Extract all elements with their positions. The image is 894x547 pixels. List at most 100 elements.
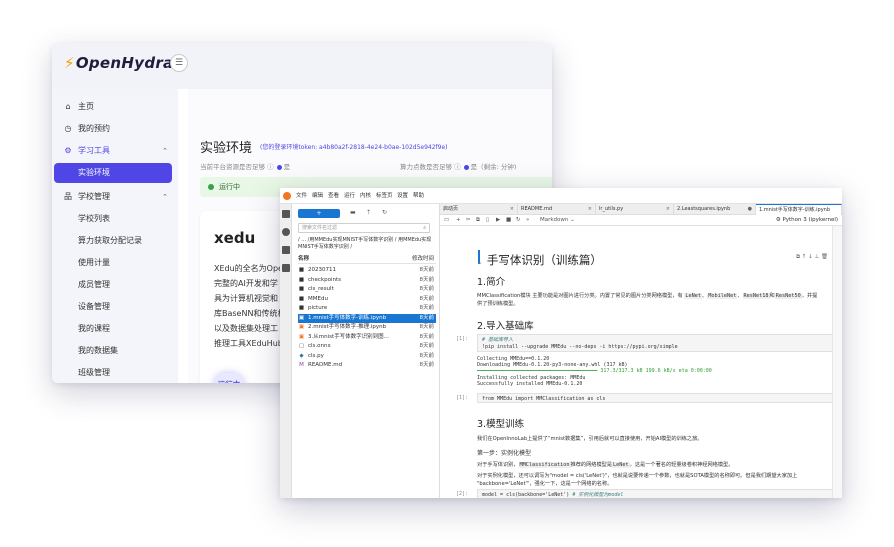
- file-list-header: 名称 修改时间: [298, 255, 436, 264]
- upload-icon[interactable]: ⇡: [366, 209, 371, 216]
- menu-edit[interactable]: 编辑: [312, 188, 323, 204]
- menu-settings[interactable]: 设置: [397, 188, 408, 204]
- menu-tabs[interactable]: 标签页: [376, 188, 393, 204]
- sidebar-item-school-mgmt[interactable]: 品学校管理 ⌃: [52, 187, 178, 207]
- tab-leastsquares[interactable]: 2.Leastsquares.ipynb ●: [674, 204, 756, 215]
- check-icon: [208, 184, 214, 190]
- close-icon[interactable]: ×: [588, 204, 592, 215]
- card-line: 完整的AI开发和学: [214, 279, 278, 288]
- breadcrumb[interactable]: / ... /用MMEdu实现MNIST手写体数字识别 / 用MMEdu实现MN…: [298, 237, 436, 251]
- collapse-icon[interactable]: ☰: [170, 54, 188, 72]
- tab-launcher[interactable]: 启动页 ×: [440, 204, 518, 215]
- run-icon[interactable]: ▶: [496, 215, 500, 226]
- move-up-icon[interactable]: ↑: [802, 254, 807, 260]
- sidebar-item-classes[interactable]: 班级管理: [52, 363, 178, 383]
- file-row[interactable]: ▢ cls.onnx 8天前: [298, 342, 436, 352]
- file-row[interactable]: M README.md 8天前: [298, 361, 436, 371]
- folder-icon: ■: [298, 276, 305, 283]
- copy-icon[interactable]: ⧉: [476, 215, 480, 226]
- notebook-icon: ▣: [298, 333, 305, 340]
- menu-file[interactable]: 文件: [296, 188, 307, 204]
- gear-icon: ⚙: [64, 146, 72, 155]
- folder-icon[interactable]: [282, 210, 290, 218]
- file-row[interactable]: ▣ 2.mnist手写体数字-推理.ipynb 8天前: [298, 323, 436, 333]
- tab-lr-utils[interactable]: lr_utils.py ×: [596, 204, 674, 215]
- new-folder-icon[interactable]: ▬: [350, 209, 356, 216]
- menu-help[interactable]: 帮助: [413, 188, 424, 204]
- stop-icon[interactable]: ■: [506, 215, 511, 226]
- fast-forward-icon[interactable]: »: [526, 215, 529, 226]
- code-cell[interactable]: from MMEdu import MMClassification as cl…: [477, 393, 837, 403]
- file-row[interactable]: ◆ cls.py 8天前: [298, 352, 436, 362]
- running-button[interactable]: 运行中: [214, 373, 244, 383]
- card-title: xedu: [214, 229, 256, 247]
- tab-mnist-train[interactable]: 1.mnist手写体数字-训练.ipynb: [756, 204, 842, 215]
- sidebar-item-lab-env[interactable]: 实验环境: [54, 163, 172, 183]
- extension-icon[interactable]: [282, 264, 290, 272]
- code-cell[interactable]: # 基础库导入 !pip install --upgrade MMEdu --no…: [477, 334, 837, 352]
- sidebar-item-datasets[interactable]: 我的数据集: [52, 341, 178, 361]
- sidebar-item-members[interactable]: 成员管理: [52, 275, 178, 295]
- sidebar-item-home[interactable]: ⌂ 主页: [52, 97, 178, 117]
- cell-type-select[interactable]: Markdown ⌄: [540, 215, 575, 226]
- menu-view[interactable]: 查看: [328, 188, 339, 204]
- move-down-icon[interactable]: ↓: [808, 254, 813, 260]
- add-cell-icon[interactable]: +: [456, 215, 461, 226]
- close-icon[interactable]: ×: [510, 204, 514, 215]
- cell-prompt: [1]:: [456, 336, 469, 342]
- menu-bar: 文件 编辑 查看 运行 内核 标签页 设置 帮助: [280, 188, 842, 204]
- radio-icon[interactable]: [463, 164, 469, 170]
- sidebar-item-school-list[interactable]: 学校列表: [52, 209, 178, 229]
- file-row[interactable]: ■ checkpoints 8天前: [298, 276, 436, 286]
- column-modified[interactable]: 修改时间: [412, 255, 434, 264]
- card-line: 库BaseNN和传统机: [214, 309, 286, 318]
- sidebar-item-learning-tools[interactable]: ⚙ 学习工具 ⌃: [52, 141, 178, 161]
- file-row[interactable]: ▣ 3.从mnist手写体数字识别到图... 8天前: [298, 333, 436, 343]
- paste-icon[interactable]: ▯: [486, 215, 489, 226]
- file-row[interactable]: ■ 20230711 8天前: [298, 266, 436, 276]
- duplicate-icon[interactable]: ⧉: [796, 254, 800, 260]
- gpu-availability: 当前平台资源是否足够 ⓘ 是: [200, 163, 291, 171]
- file-row[interactable]: ■ cls_result 8天前: [298, 285, 436, 295]
- refresh-icon[interactable]: ↻: [382, 209, 387, 216]
- markdown-file-icon: M: [299, 362, 304, 368]
- file-row-selected[interactable]: ▣ 1.mnist手写体数字-训练.ipynb 8天前: [298, 313, 436, 323]
- radio-icon[interactable]: [276, 164, 282, 170]
- card-line: 以及数据集处理工: [214, 324, 278, 333]
- sidebar-item-compute-records[interactable]: 算力获取分配记录: [52, 231, 178, 251]
- tab-readme[interactable]: README.md ×: [518, 204, 596, 215]
- running-icon[interactable]: [282, 228, 290, 236]
- sidebar-item-usage[interactable]: 使用计量: [52, 253, 178, 273]
- python-file-icon: ◆: [299, 352, 304, 359]
- cut-icon[interactable]: ✂: [466, 215, 471, 226]
- toc-icon[interactable]: [282, 246, 290, 254]
- sidebar-item-devices[interactable]: 设备管理: [52, 297, 178, 317]
- sidebar-item-label: 使用计量: [78, 258, 110, 267]
- column-name[interactable]: 名称: [298, 256, 309, 262]
- kernel-indicator[interactable]: ⚙ Python 3 (ipykernel): [776, 215, 838, 226]
- folder-icon: ■: [298, 305, 305, 311]
- menu-run[interactable]: 运行: [344, 188, 355, 204]
- help-icon: ⓘ: [454, 163, 461, 171]
- restart-icon[interactable]: ↻: [516, 215, 521, 226]
- train-step-heading: 第一步：实例化模型: [477, 450, 532, 457]
- sidebar-item-reservation[interactable]: ◷ 我的预约: [52, 119, 178, 139]
- file-filter-input[interactable]: 搜索文件名过滤 ⌕: [298, 223, 430, 233]
- folder-icon: ■: [298, 295, 305, 302]
- right-sidebar: [832, 226, 842, 498]
- delete-icon[interactable]: 🗑: [821, 254, 828, 260]
- sidebar-item-label: 算力获取分配记录: [78, 236, 142, 245]
- sidebar-item-courses[interactable]: 我的课程: [52, 319, 178, 339]
- file-row[interactable]: ■ MMEdu 8天前: [298, 295, 436, 305]
- insert-icon[interactable]: ⊥: [814, 254, 819, 260]
- collapse-icon[interactable]: ⌄: [477, 258, 483, 266]
- close-icon[interactable]: ×: [666, 204, 670, 215]
- code-cell[interactable]: model = cls(backbone='LeNet') # 实例化模型为mo…: [477, 489, 837, 498]
- cell-output: Collecting MMEdu==0.1.20 Downloading MME…: [477, 356, 712, 387]
- file-row[interactable]: ■ picture 8天前: [298, 304, 436, 314]
- chevron-up-icon: ⌃: [162, 193, 168, 201]
- save-icon[interactable]: ▭: [444, 215, 449, 226]
- unsaved-dot-icon[interactable]: ●: [748, 204, 752, 215]
- new-launcher-button[interactable]: +: [298, 209, 340, 218]
- menu-kernel[interactable]: 内核: [360, 188, 371, 204]
